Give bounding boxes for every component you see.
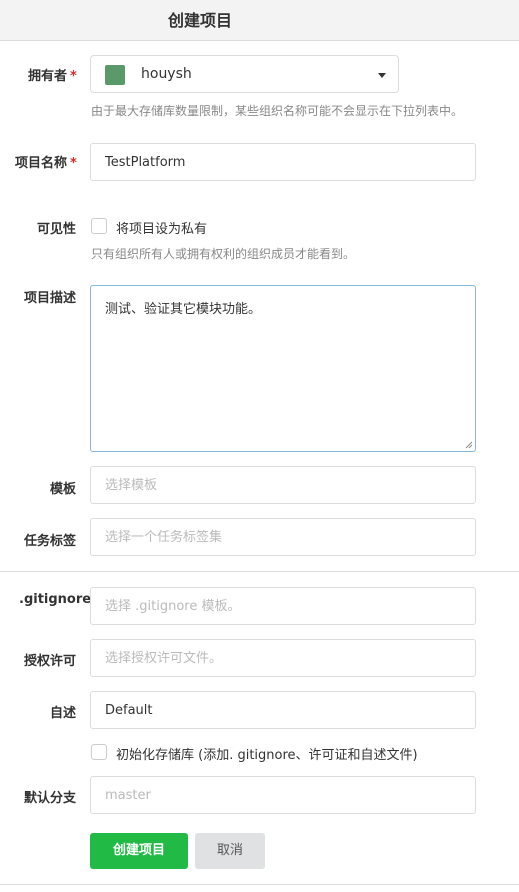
page-title: 创建项目 <box>168 11 233 30</box>
readme-label: 自述 <box>50 706 77 721</box>
bottom-divider <box>0 884 519 885</box>
required-mark: * <box>70 156 77 171</box>
issue-labels-input[interactable] <box>91 519 475 555</box>
section-divider <box>0 571 519 572</box>
owner-dropdown[interactable]: houysh <box>90 55 399 93</box>
resize-handle-icon[interactable] <box>463 439 473 449</box>
owner-label: 拥有者 * <box>28 69 77 84</box>
template-field[interactable] <box>90 466 476 504</box>
owner-help: 由于最大存储库数量限制，某些组织名称可能不会显示在下拉列表中。 <box>91 104 464 118</box>
cancel-button[interactable]: 取消 <box>195 833 265 869</box>
default-branch-field[interactable] <box>90 776 476 814</box>
issue-labels-label: 任务标签 <box>24 534 77 549</box>
repo-name-input[interactable] <box>91 144 475 180</box>
license-input[interactable] <box>91 640 475 676</box>
description-label: 项目描述 <box>24 291 77 306</box>
private-checkbox[interactable] <box>91 218 107 234</box>
visibility-help: 只有组织所有人或拥有权利的组织成员才能看到。 <box>91 247 356 261</box>
auto-init-checkbox[interactable] <box>91 744 107 760</box>
license-label: 授权许可 <box>24 654 77 669</box>
description-textarea[interactable]: 测试、验证其它模块功能。 <box>90 285 476 452</box>
auto-init-checkbox-label[interactable]: 初始化存储库 (添加. gitignore、许可证和自述文件) <box>116 744 418 763</box>
gitignore-input[interactable] <box>91 588 475 624</box>
readme-field[interactable] <box>90 691 476 729</box>
readme-input[interactable] <box>91 692 475 728</box>
default-branch-input[interactable] <box>91 777 475 813</box>
template-input[interactable] <box>91 467 475 503</box>
gitignore-label: .gitignore <box>19 592 92 607</box>
repo-name-label: 项目名称 * <box>15 156 77 171</box>
issue-labels-field[interactable] <box>90 518 476 556</box>
required-mark: * <box>70 69 77 84</box>
private-checkbox-label[interactable]: 将项目设为私有 <box>116 218 207 237</box>
license-field[interactable] <box>90 639 476 677</box>
create-repo-page: 创建项目 拥有者 * houysh 由于最大存储库数量限制，某些组织名称可能不会显… <box>0 0 519 892</box>
description-text: 测试、验证其它模块功能。 <box>105 302 262 317</box>
dropdown-caret-icon <box>378 73 386 78</box>
gitignore-field[interactable] <box>90 587 476 625</box>
default-branch-label: 默认分支 <box>24 791 77 806</box>
owner-selected: houysh <box>141 66 192 82</box>
avatar <box>105 65 125 85</box>
page-header: 创建项目 <box>0 0 519 41</box>
template-label: 模板 <box>50 482 77 497</box>
repo-name-field[interactable] <box>90 143 476 181</box>
visibility-label: 可见性 <box>37 222 77 237</box>
create-repo-button[interactable]: 创建项目 <box>90 833 188 869</box>
